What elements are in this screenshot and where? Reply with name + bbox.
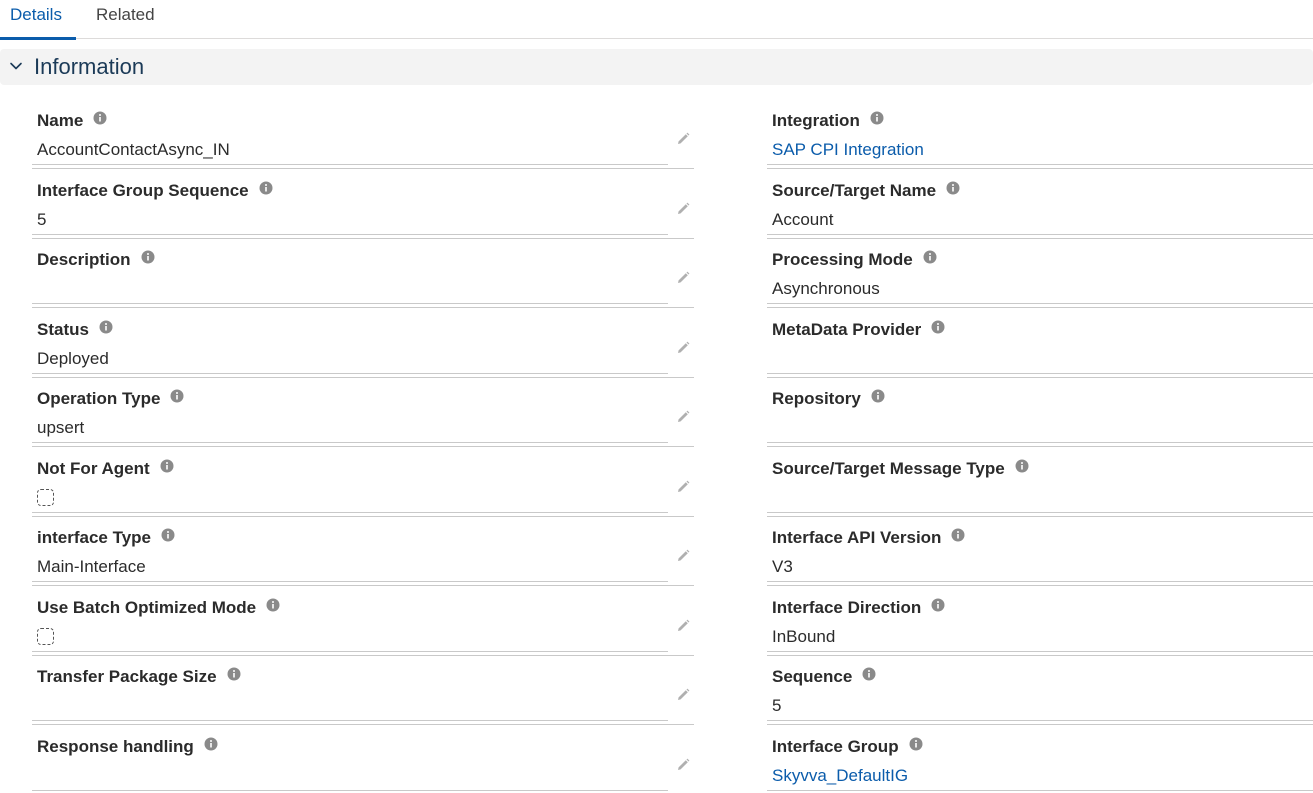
field-interface-type: interface Type Main-Interface [32, 516, 694, 586]
field-label: Response handling [37, 737, 194, 756]
interface-group-link[interactable]: Skyvva_DefaultIG [772, 765, 908, 787]
field-value: AccountContactAsync_IN [37, 140, 230, 159]
info-icon[interactable] [931, 598, 945, 612]
field-interface-direction: Interface Direction InBound [767, 586, 1313, 656]
info-icon[interactable] [141, 250, 155, 264]
info-icon[interactable] [931, 320, 945, 334]
info-icon[interactable] [93, 111, 107, 125]
field-label: Repository [772, 389, 861, 408]
pencil-icon[interactable] [675, 270, 691, 286]
field-label: Sequence [772, 667, 853, 686]
field-label: Interface Group Sequence [37, 181, 249, 200]
info-icon[interactable] [1015, 459, 1029, 473]
pencil-icon[interactable] [675, 548, 691, 564]
info-icon[interactable] [862, 667, 876, 681]
field-operation-type: Operation Type upsert [32, 377, 694, 447]
info-icon[interactable] [266, 598, 280, 612]
info-icon[interactable] [871, 389, 885, 403]
info-icon[interactable] [99, 320, 113, 334]
field-metadata-provider: MetaData Provider [767, 308, 1313, 378]
field-interface-api-version: Interface API Version V3 [767, 516, 1313, 586]
tab-related[interactable]: Related [96, 0, 155, 39]
field-not-for-agent: Not For Agent [32, 447, 694, 517]
section-title: Information [34, 54, 145, 79]
field-label: Transfer Package Size [37, 667, 217, 686]
field-label: Integration [772, 111, 860, 130]
field-response-handling: Response handling [32, 725, 694, 793]
pencil-icon[interactable] [675, 131, 691, 147]
field-label: Interface Group [772, 737, 899, 756]
use-batch-optimized-mode-checkbox[interactable] [37, 628, 54, 645]
field-integration: Integration SAP CPI Integration [767, 99, 1313, 169]
section-header-information[interactable]: Information [0, 49, 1313, 85]
info-icon[interactable] [946, 181, 960, 195]
field-use-batch-optimized-mode: Use Batch Optimized Mode [32, 586, 694, 656]
field-label: Not For Agent [37, 459, 150, 478]
field-label: Status [37, 320, 89, 339]
info-icon[interactable] [161, 528, 175, 542]
info-icon[interactable] [259, 181, 273, 195]
field-label: Interface API Version [772, 528, 942, 547]
field-value: Asynchronous [772, 279, 880, 298]
not-for-agent-checkbox[interactable] [37, 489, 54, 506]
field-repository: Repository [767, 377, 1313, 447]
field-label: MetaData Provider [772, 320, 922, 339]
field-value: Main-Interface [37, 557, 146, 576]
field-source-target-message-type: Source/Target Message Type [767, 447, 1313, 517]
tab-details[interactable]: Details [0, 0, 76, 40]
field-value: 5 [37, 210, 47, 229]
field-label: Interface Direction [772, 598, 922, 617]
pencil-icon[interactable] [675, 409, 691, 425]
integration-link[interactable]: SAP CPI Integration [772, 139, 924, 161]
field-label: interface Type [37, 528, 152, 547]
field-transfer-package-size: Transfer Package Size [32, 655, 694, 725]
info-icon[interactable] [170, 389, 184, 403]
field-value: InBound [772, 627, 836, 646]
pencil-icon[interactable] [675, 687, 691, 703]
field-label: Source/Target Name [772, 181, 937, 200]
field-value: V3 [772, 557, 793, 576]
field-value: Account [772, 210, 834, 229]
field-value: upsert [37, 418, 85, 437]
info-icon[interactable] [951, 528, 965, 542]
field-description: Description [32, 238, 694, 308]
tab-bar: Details Related [0, 0, 1313, 40]
field-value: 5 [772, 696, 782, 715]
field-name: Name AccountContactAsync_IN [32, 99, 694, 169]
field-label: Processing Mode [772, 250, 913, 269]
field-value: Deployed [37, 349, 109, 368]
field-label: Description [37, 250, 131, 269]
field-interface-group-sequence: Interface Group Sequence 5 [32, 169, 694, 239]
info-icon[interactable] [909, 737, 923, 751]
pencil-icon[interactable] [675, 618, 691, 634]
info-icon[interactable] [204, 737, 218, 751]
field-label: Operation Type [37, 389, 161, 408]
pencil-icon[interactable] [675, 340, 691, 356]
pencil-icon[interactable] [675, 757, 691, 773]
field-status: Status Deployed [32, 308, 694, 378]
field-label: Name [37, 111, 84, 130]
info-icon[interactable] [870, 111, 884, 125]
field-processing-mode: Processing Mode Asynchronous [767, 238, 1313, 308]
chevron-down-icon [10, 62, 22, 70]
field-interface-group: Interface Group Skyvva_DefaultIG [767, 725, 1313, 793]
info-icon[interactable] [227, 667, 241, 681]
field-sequence: Sequence 5 [767, 655, 1313, 725]
field-label: Use Batch Optimized Mode [37, 598, 257, 617]
record-detail-page: Details Related Information Name Account… [0, 0, 1313, 793]
pencil-icon[interactable] [675, 479, 691, 495]
field-label: Source/Target Message Type [772, 459, 1005, 478]
info-icon[interactable] [923, 250, 937, 264]
field-source-target-name: Source/Target Name Account [767, 169, 1313, 239]
info-icon[interactable] [160, 459, 174, 473]
pencil-icon[interactable] [675, 201, 691, 217]
